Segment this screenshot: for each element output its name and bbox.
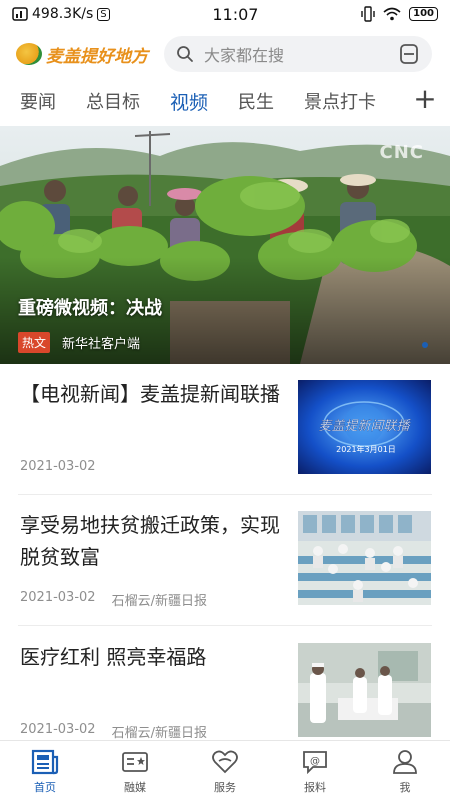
- news-meta: 2021-03-02: [20, 459, 96, 474]
- news-meta: 2021-03-02 石榴云/新疆日报: [20, 722, 207, 741]
- list-item[interactable]: 享受易地扶贫搬迁政策，实现脱贫致富 2021-03-02 石榴云/新疆日报: [0, 495, 450, 625]
- nav-label: 服务: [214, 781, 236, 794]
- app-logo: 麦盖提好地方: [16, 42, 166, 67]
- list-item[interactable]: 【电视新闻】麦盖提新闻联播 2021-03-02 麦盖提新闻联播 2021年3月…: [0, 364, 450, 494]
- news-date: 2021-03-02: [20, 459, 96, 474]
- nav-label: 首页: [34, 781, 56, 794]
- nav-label: 报料: [304, 781, 326, 794]
- person-icon: [393, 750, 417, 774]
- app-header: 麦盖提好地方 大家都在搜: [0, 32, 450, 76]
- hot-tag: 热文: [18, 332, 51, 353]
- nav-media[interactable]: 融媒: [90, 741, 180, 800]
- workshop-image: [298, 511, 431, 605]
- thumb-title: 麦盖提新闻联播: [318, 419, 411, 434]
- hero-watermark: CNC: [379, 142, 424, 163]
- news-title: 享受易地扶贫搬迁政策，实现脱贫致富: [20, 513, 280, 569]
- news-meta: 2021-03-02 石榴云/新疆日报: [20, 590, 207, 609]
- nav-home[interactable]: 首页: [0, 741, 90, 800]
- tab-fade: [376, 84, 416, 118]
- tab-headline[interactable]: 要闻: [20, 88, 56, 114]
- data-saver-icon: S: [97, 7, 110, 21]
- tab-livelihood[interactable]: 民生: [238, 88, 274, 114]
- news-source: 石榴云/新疆日报: [111, 594, 207, 609]
- tab-video[interactable]: 视频: [170, 88, 208, 115]
- hero-meta: 热文 新华社客户端: [18, 332, 140, 353]
- logo-emblem-icon: [16, 43, 42, 65]
- divider: [18, 625, 432, 626]
- news-source: 石榴云/新疆日报: [111, 726, 207, 741]
- news-thumbnail: 麦盖提新闻联播 2021年3月01日: [298, 380, 431, 474]
- net-speed: 498.3K/s: [32, 6, 94, 22]
- battery-indicator: 100: [409, 7, 438, 21]
- svg-text:@: @: [310, 756, 320, 767]
- newspaper-icon: [31, 749, 59, 775]
- vibrate-icon: [361, 6, 375, 22]
- report-bubble-icon: @: [303, 751, 327, 775]
- news-date: 2021-03-02: [20, 590, 96, 605]
- status-right: 100: [361, 6, 438, 22]
- scan-icon[interactable]: [398, 43, 420, 65]
- nav-report[interactable]: @ 报料: [270, 741, 360, 800]
- search-placeholder: 大家都在搜: [204, 46, 285, 65]
- news-thumbnail: [298, 643, 431, 737]
- hero-source: 新华社客户端: [62, 337, 141, 352]
- bottom-nav: 首页 融媒 服务 @ 报料 我: [0, 740, 450, 800]
- nav-label: 融媒: [124, 781, 146, 794]
- tv-news-image: 麦盖提新闻联播 2021年3月01日: [298, 380, 431, 474]
- status-bar: 498.3K/s S 11:07 100: [0, 0, 450, 28]
- tab-goals[interactable]: 总目标: [86, 88, 140, 114]
- clock: 11:07: [212, 4, 259, 24]
- news-title: 【电视新闻】麦盖提新闻联播: [20, 382, 280, 406]
- nav-me[interactable]: 我: [360, 741, 450, 800]
- hero-title: 重磅微视频：决战: [18, 298, 162, 319]
- carousel-indicator: [422, 342, 428, 348]
- wifi-icon: [383, 7, 401, 21]
- hero-banner[interactable]: CNC 重磅微视频：决战 热文 新华社客户端: [0, 126, 450, 364]
- search-icon: [177, 46, 193, 62]
- nav-label: 我: [399, 781, 411, 794]
- hospital-image: [298, 643, 431, 737]
- news-thumbnail: [298, 511, 431, 605]
- signal-icon: [12, 7, 28, 21]
- add-channel-icon[interactable]: +: [412, 85, 438, 113]
- news-title: 医疗红利 照亮幸福路: [20, 645, 207, 669]
- logo-text: 麦盖提好地方: [46, 46, 148, 67]
- status-left: 498.3K/s S: [12, 6, 110, 22]
- media-card-icon: [122, 752, 148, 772]
- thumb-date: 2021年3月01日: [336, 444, 396, 454]
- tab-scenic[interactable]: 景点打卡: [304, 88, 376, 114]
- list-item[interactable]: 医疗红利 照亮幸福路 2021-03-02 石榴云/新疆日报: [0, 627, 450, 757]
- search-bar[interactable]: 大家都在搜: [164, 36, 432, 72]
- heart-service-icon: [212, 750, 238, 774]
- channel-tabs: 要闻 总目标 视频 民生 景点打卡 +: [0, 84, 450, 118]
- news-date: 2021-03-02: [20, 722, 96, 737]
- nav-service[interactable]: 服务: [180, 741, 270, 800]
